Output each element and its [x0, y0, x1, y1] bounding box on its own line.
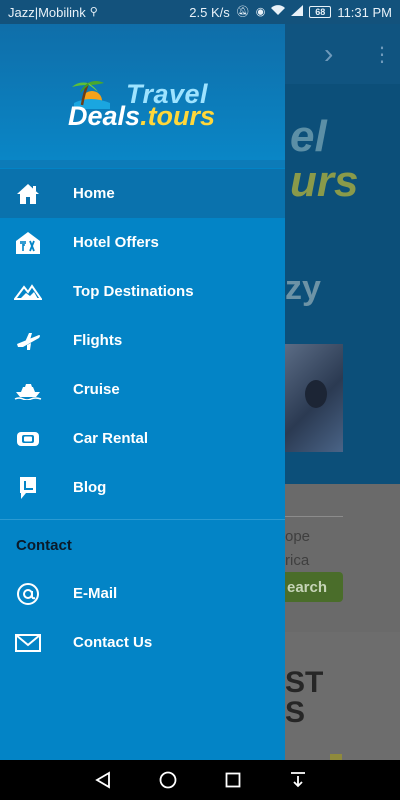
home-icon	[0, 183, 56, 205]
blog-icon	[0, 476, 56, 500]
network-speed: 2.5 K/s	[189, 4, 230, 20]
status-bar: Jazz|Mobilink ⚲ 2.5 K/s 🔕︎ ◉ 68 11:31 PM	[0, 0, 400, 24]
overflow-menu-icon[interactable]: ⋮	[372, 42, 392, 67]
search-button[interactable]: earch	[285, 572, 343, 602]
menu-label-email: E-Mail	[73, 585, 118, 602]
mute-icon: 🔕︎	[235, 5, 250, 18]
carrier-name: Jazz|Mobilink	[8, 4, 86, 20]
section-heading-line-1: ST	[285, 666, 324, 699]
menu-item-hotel-offers[interactable]: Hotel Offers	[0, 218, 285, 267]
menu-label-flights: Flights	[73, 332, 123, 349]
menu-label-car-rental: Car Rental	[73, 430, 149, 447]
section-title-contact: Contact	[16, 537, 72, 554]
section-heading-line-2: S	[285, 696, 306, 729]
search-divider	[285, 516, 343, 517]
menu-label-top-destinations: Top Destinations	[73, 283, 194, 300]
back-triangle-icon	[94, 771, 110, 789]
hero-logo-fragment-2: urs	[290, 157, 359, 206]
hero-heading-fragment: zy	[285, 269, 321, 307]
menu-label-hotel-offers: Hotel Offers	[73, 234, 159, 251]
destinations-icon	[0, 283, 56, 301]
contact-menu: E-Mail Contact Us	[0, 569, 285, 667]
notification-pull-button[interactable]	[283, 765, 313, 795]
forward-arrow-icon[interactable]: ›	[324, 38, 333, 70]
ship-icon	[0, 380, 56, 400]
home-circle-icon	[159, 771, 176, 789]
signal-icon	[291, 5, 304, 19]
menu-item-home[interactable]: Home	[0, 169, 285, 218]
clock: 11:31 PM	[337, 4, 392, 20]
search-option-2[interactable]: rica	[285, 552, 309, 569]
menu-item-contact-us[interactable]: Contact Us	[0, 618, 285, 667]
menu-item-cruise[interactable]: Cruise	[0, 365, 285, 414]
eye-icon: ◉	[255, 5, 266, 18]
logo-text-deals-word: Deals	[68, 101, 141, 131]
pull-down-icon	[290, 772, 305, 788]
at-icon	[0, 582, 56, 606]
menu-label-home: Home	[73, 185, 115, 202]
back-button[interactable]	[88, 765, 118, 795]
airplane-icon	[0, 331, 56, 351]
menu-item-top-destinations[interactable]: Top Destinations	[0, 267, 285, 316]
recents-button[interactable]	[218, 765, 248, 795]
menu-label-contact-us: Contact Us	[73, 634, 153, 651]
travel-deals-logo: Travel Deals.tours	[68, 79, 228, 132]
battery-indicator: 68	[309, 6, 332, 18]
drawer-menu: Home Hotel Offers Top Destinations Fligh…	[0, 169, 285, 512]
logo-text-deals: Deals.tours	[68, 101, 215, 132]
system-nav-bar	[0, 760, 400, 800]
wifi-icon	[271, 5, 286, 19]
menu-label-blog: Blog	[73, 479, 107, 496]
navigation-drawer: Travel Deals.tours Home Hotel Offers Top…	[0, 24, 285, 760]
menu-item-car-rental[interactable]: Car Rental	[0, 414, 285, 463]
hotel-icon	[0, 231, 56, 255]
car-icon	[0, 430, 56, 448]
envelope-icon	[0, 633, 56, 652]
logo-text-tours: .tours	[140, 101, 216, 131]
search-option-1[interactable]: ope	[285, 528, 310, 545]
menu-item-flights[interactable]: Flights	[0, 316, 285, 365]
hero-logo-fragment: el	[290, 112, 327, 161]
recents-square-icon	[225, 772, 240, 788]
usb-icon: ⚲	[89, 5, 98, 18]
drawer-header: Travel Deals.tours	[0, 24, 285, 160]
binoculars-photo	[285, 344, 343, 452]
header-separator	[0, 160, 285, 168]
menu-item-blog[interactable]: Blog	[0, 463, 285, 512]
home-button[interactable]	[153, 765, 183, 795]
menu-label-cruise: Cruise	[73, 381, 120, 398]
menu-divider	[0, 519, 285, 520]
menu-item-email[interactable]: E-Mail	[0, 569, 285, 618]
